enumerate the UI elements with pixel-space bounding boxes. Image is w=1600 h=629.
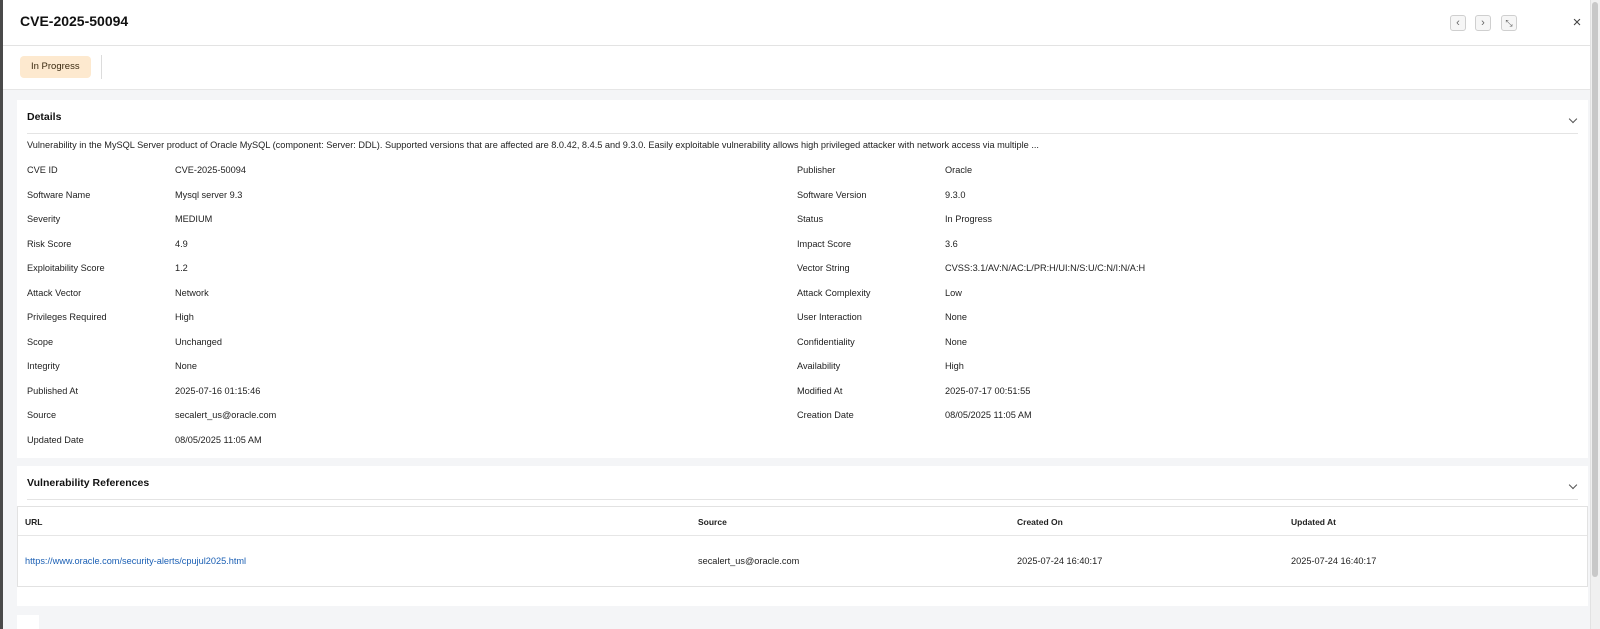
field-value-attack-complexity: Low [945, 287, 962, 298]
column-header-source[interactable]: Source [698, 517, 727, 527]
chevron-down-icon[interactable] [1568, 114, 1578, 124]
bottom-tab-stub [17, 615, 39, 629]
field-value-published-at: 2025-07-16 01:15:46 [175, 385, 261, 396]
field-label-user-interaction: User Interaction [797, 312, 862, 322]
field-value-source: secalert_us@oracle.com [175, 410, 277, 420]
field-label-vector-string: Vector String [797, 263, 850, 273]
field-label-creation-date: Creation Date [797, 410, 854, 420]
field-value-impact-score: 3.6 [945, 238, 958, 249]
details-section-title: Details [27, 111, 62, 123]
scrollbar-thumb[interactable] [1592, 2, 1598, 577]
field-value-integrity: None [175, 361, 197, 371]
field-label-modified-at: Modified At [797, 385, 843, 396]
column-header-created-on[interactable]: Created On [1017, 517, 1063, 527]
field-value-cve-id: CVE-2025-50094 [175, 165, 246, 175]
references-section-title: Vulnerability References [27, 477, 150, 489]
field-value-attack-vector: Network [175, 287, 209, 298]
field-label-software-version: Software Version [797, 189, 867, 200]
field-label-published-at: Published At [27, 385, 79, 396]
field-value-software-name: Mysql server 9.3 [175, 189, 243, 200]
chevron-left-icon: ‹ [1456, 16, 1460, 29]
field-label-impact-score: Impact Score [797, 238, 852, 249]
table-header-divider [18, 535, 1587, 536]
reference-created-on: 2025-07-24 16:40:17 [1017, 556, 1103, 566]
field-value-confidentiality: None [945, 336, 967, 347]
field-label-privileges-required: Privileges Required [27, 312, 107, 322]
field-label-publisher: Publisher [797, 165, 836, 175]
window-left-edge [0, 0, 3, 629]
field-value-user-interaction: None [945, 312, 967, 322]
collapse-panel-button[interactable]: ⤡ [1501, 15, 1517, 31]
next-record-button[interactable]: › [1475, 15, 1491, 31]
field-value-software-version: 9.3.0 [945, 189, 966, 200]
close-button[interactable]: × [1569, 14, 1585, 32]
details-section: Details Vulnerability in the MySQL Serve… [17, 100, 1588, 458]
column-header-url[interactable]: URL [25, 517, 42, 527]
status-bar: In Progress [3, 46, 1590, 90]
field-value-privileges-required: High [175, 312, 194, 322]
reference-source: secalert_us@oracle.com [698, 556, 800, 566]
field-value-severity: MEDIUM [175, 214, 213, 224]
vertical-scrollbar[interactable] [1590, 0, 1600, 629]
field-label-cve-id: CVE ID [27, 165, 58, 175]
field-label-source: Source [27, 410, 57, 420]
field-value-risk-score: 4.9 [175, 238, 188, 249]
column-header-updated-at[interactable]: Updated At [1291, 517, 1336, 527]
field-label-attack-complexity: Attack Complexity [797, 287, 871, 298]
vulnerability-description: Vulnerability in the MySQL Server produc… [27, 140, 1039, 150]
reference-url-link[interactable]: https://www.oracle.com/security-alerts/c… [25, 556, 246, 566]
field-value-modified-at: 2025-07-17 00:51:55 [945, 385, 1031, 396]
field-value-scope: Unchanged [175, 336, 222, 347]
field-label-availability: Availability [797, 361, 841, 371]
field-label-software-name: Software Name [27, 189, 91, 200]
field-value-creation-date: 08/05/2025 11:05 AM [945, 410, 1032, 420]
field-label-confidentiality: Confidentiality [797, 336, 855, 347]
field-label-scope: Scope [27, 336, 54, 347]
field-value-vector-string: CVSS:3.1/AV:N/AC:L/PR:H/UI:N/S:U/C:N/I:N… [945, 263, 1146, 273]
details-divider [27, 133, 1578, 134]
chevron-down-icon[interactable] [1568, 480, 1578, 490]
panel-header: CVE-2025-50094 ‹ › ⤡ × [3, 0, 1590, 46]
field-label-updated-date: Updated Date [27, 434, 84, 445]
status-divider [101, 55, 102, 79]
field-label-status: Status [797, 214, 824, 224]
close-icon: × [1572, 14, 1582, 31]
status-badge[interactable]: In Progress [20, 56, 91, 78]
field-value-availability: High [945, 361, 964, 371]
field-value-publisher: Oracle [945, 165, 973, 175]
collapse-icon: ⤡ [1505, 17, 1513, 28]
reference-updated-at: 2025-07-24 16:40:17 [1291, 556, 1377, 566]
references-table: URL Source Created On Updated At https:/… [17, 506, 1588, 587]
field-value-status: In Progress [945, 214, 992, 224]
references-divider [27, 499, 1578, 500]
field-label-risk-score: Risk Score [27, 238, 72, 249]
field-label-integrity: Integrity [27, 361, 60, 371]
chevron-right-icon: › [1481, 16, 1485, 29]
field-label-severity: Severity [27, 214, 61, 224]
field-label-exploitability-score: Exploitability Score [27, 263, 105, 273]
field-value-updated-date: 08/05/2025 11:05 AM [175, 434, 262, 445]
previous-record-button[interactable]: ‹ [1450, 15, 1466, 31]
page-title: CVE-2025-50094 [20, 13, 129, 29]
field-value-exploitability-score: 1.2 [175, 263, 188, 273]
field-label-attack-vector: Attack Vector [27, 287, 82, 298]
references-section: Vulnerability References URL Source Crea… [17, 466, 1588, 606]
